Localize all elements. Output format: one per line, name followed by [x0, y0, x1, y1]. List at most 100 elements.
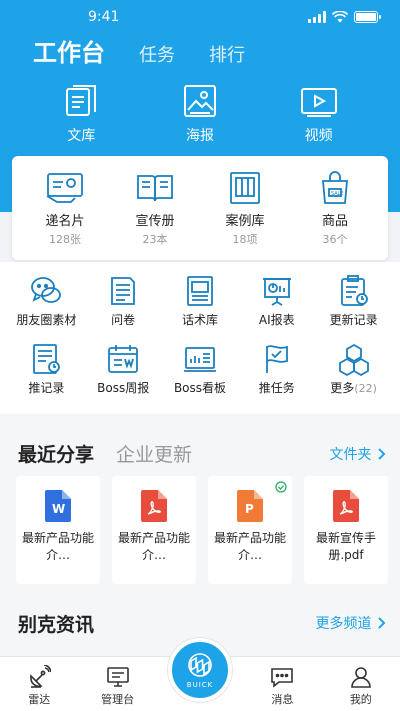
grid-update-records-label: 更新记录 [329, 313, 378, 327]
tabbar-console[interactable]: 管理台 [78, 657, 156, 711]
recent-shares-header: 最近分享 企业更新 [18, 440, 192, 467]
tabbar-messages[interactable]: 消息 [243, 657, 321, 711]
file-name: 最新宣传手册.pdf [315, 531, 376, 562]
calendar-report-icon [108, 345, 139, 373]
grid-boss-dashboard[interactable]: Boss看板 [165, 342, 235, 396]
chevron-right-icon [378, 617, 386, 629]
signal-icon [308, 11, 326, 23]
tools-grid: 朋友圈素材 问卷 话术库 AI报表 更新记录 推记录 Boss周报 Boss看板… [0, 262, 400, 414]
pdf-file-icon [141, 490, 167, 522]
tab-tasks[interactable]: 任务 [139, 41, 175, 67]
tabbar-radar-label: 雷达 [28, 693, 51, 706]
file-card[interactable]: W 最新产品功能介… [16, 476, 100, 584]
grid-boss-weekly-label: Boss周报 [97, 381, 150, 395]
pdf-file-icon [333, 490, 359, 522]
card-business-card[interactable]: 递名片 128张 [25, 170, 105, 260]
news-title: 别克资讯 [18, 614, 95, 636]
card-products[interactable]: SALE 商品 36个 [295, 170, 375, 260]
grid-more-count: (22) [354, 382, 377, 395]
presentation-chart-icon [262, 278, 291, 306]
grid-update-records[interactable]: 更新记录 [319, 274, 389, 328]
file-name: 最新产品功能介… [213, 531, 286, 562]
grid-push-records[interactable]: 推记录 [11, 342, 81, 396]
svg-text:W: W [52, 502, 65, 516]
tabbar-mine-label: 我的 [349, 693, 372, 706]
dashboard-icon [183, 347, 216, 372]
chat-bubble-icon [31, 277, 62, 303]
card-brochure[interactable]: 宣传册 23本 [115, 170, 195, 260]
status-icons [308, 11, 381, 23]
grid-questionnaire[interactable]: 问卷 [88, 274, 158, 328]
file-name: 最新产品功能介… [117, 531, 190, 562]
feature-library[interactable]: 文库 [36, 83, 126, 145]
console-icon [106, 667, 129, 687]
buick-logo-icon [188, 652, 212, 677]
grid-more-label: 更多(22) [319, 379, 389, 396]
questionnaire-icon [111, 277, 136, 305]
file-card[interactable]: 最新产品功能介… [112, 476, 196, 584]
flag-check-icon [265, 345, 288, 373]
file-name: 最新产品功能介… [21, 531, 94, 562]
recent-files-list: W 最新产品功能介… 最新产品功能介… P 最新产品功能介… 最新宣传手册.pd… [16, 476, 388, 584]
video-icon [300, 88, 337, 117]
grid-boss-weekly[interactable]: Boss周报 [88, 342, 158, 396]
enterprise-updates-tab[interactable]: 企业更新 [116, 440, 192, 467]
grid-more-text: 更多 [330, 381, 355, 395]
feature-video[interactable]: 视频 [274, 83, 364, 145]
case-library-icon [230, 172, 260, 204]
tabbar-radar[interactable]: 雷达 [0, 657, 78, 711]
card-case-library-label: 案例库 [225, 214, 265, 229]
tabbar-messages-label: 消息 [271, 693, 294, 706]
shopping-bag-icon: SALE [322, 171, 348, 204]
feature-library-label: 文库 [67, 128, 96, 144]
grid-moments-material[interactable]: 朋友圈素材 [11, 274, 81, 328]
feature-poster-label: 海报 [185, 128, 214, 144]
status-bar: 9:41 [0, 8, 400, 28]
file-card[interactable]: P 最新产品功能介… [208, 476, 292, 584]
grid-boss-dashboard-label: Boss看板 [173, 381, 227, 395]
card-case-library[interactable]: 案例库 18项 [205, 170, 285, 260]
svg-text:P: P [245, 502, 254, 516]
grid-ai-report[interactable]: AI报表 [242, 274, 312, 328]
grid-script-library[interactable]: 话术库 [165, 274, 235, 328]
tabbar-mine[interactable]: 我的 [322, 657, 400, 711]
brochure-icon [137, 175, 173, 202]
folder-link-label: 文件夹 [329, 447, 372, 463]
card-case-library-count: 18项 [232, 233, 258, 246]
recent-shares-title[interactable]: 最近分享 [18, 440, 94, 467]
card-products-count: 36个 [322, 233, 348, 246]
card-brochure-count: 23本 [142, 233, 168, 246]
card-products-label: 商品 [321, 214, 348, 229]
feature-poster[interactable]: 海报 [155, 83, 245, 145]
cubes-icon [338, 343, 369, 376]
grid-more[interactable]: 更多(22) [319, 342, 389, 396]
quick-card: 递名片 128张 宣传册 23本 案例库 18项 SALE 商品 36个 [12, 156, 388, 260]
message-icon [271, 668, 294, 688]
buick-brand-text: BUICK [186, 680, 214, 689]
grid-questionnaire-label: 问卷 [111, 313, 136, 327]
card-business-card-label: 递名片 [45, 214, 85, 229]
folder-link[interactable]: 文件夹 [330, 444, 386, 464]
word-file-icon: W [45, 490, 71, 522]
feature-video-label: 视频 [304, 128, 333, 144]
tools-row-1: 朋友圈素材 问卷 话术库 AI报表 更新记录 [0, 262, 400, 328]
user-icon [351, 667, 371, 688]
wifi-icon [332, 11, 348, 23]
tab-ranking[interactable]: 排行 [209, 41, 245, 67]
tab-workbench[interactable]: 工作台 [33, 33, 105, 68]
business-card-icon [46, 173, 83, 203]
card-business-card-count: 128张 [49, 233, 81, 246]
grid-moments-material-label: 朋友圈素材 [16, 313, 77, 327]
powerpoint-file-icon: P [237, 490, 263, 522]
record-clock-icon [33, 344, 61, 374]
file-card[interactable]: 最新宣传手册.pdf [304, 476, 388, 584]
radar-icon [30, 665, 52, 688]
document-icon [66, 85, 97, 116]
grid-push-task[interactable]: 推任务 [242, 342, 312, 396]
tabbar-center: BUICK [157, 638, 243, 711]
buick-home-button[interactable]: BUICK [168, 638, 233, 702]
bottom-tab-bar: 雷达 管理台 BUICK 消息 我的 [0, 638, 400, 711]
grid-push-task-label: 推任务 [258, 381, 295, 395]
recent-shares-section: 最近分享 企业更新 文件夹 W 最新产品功能介… 最新产品功能介… P 最新产品… [0, 416, 400, 596]
more-channels-link[interactable]: 更多频道 [316, 613, 386, 633]
